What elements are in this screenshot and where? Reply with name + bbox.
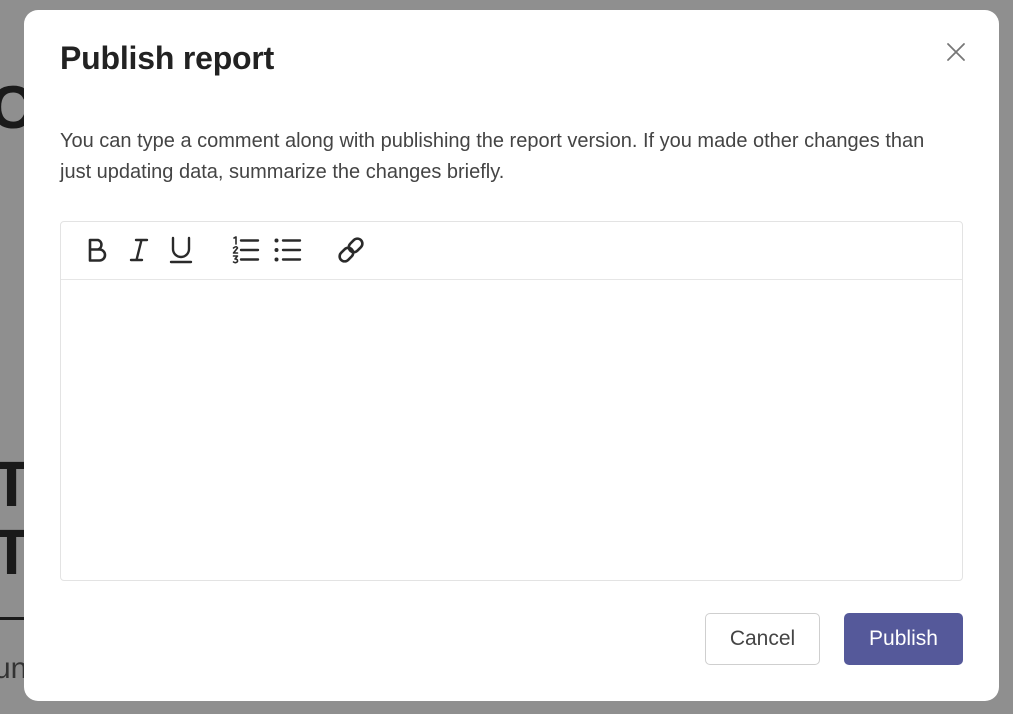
ordered-list-icon bbox=[232, 236, 260, 264]
cancel-button[interactable]: Cancel bbox=[705, 613, 820, 665]
bold-icon bbox=[88, 238, 107, 262]
bold-button[interactable] bbox=[81, 234, 113, 266]
bullet-list-icon bbox=[274, 238, 302, 262]
publish-report-dialog: Publish report You can type a comment al… bbox=[24, 10, 999, 701]
link-icon bbox=[338, 237, 364, 263]
italic-button[interactable] bbox=[123, 234, 155, 266]
close-button[interactable] bbox=[942, 38, 970, 66]
ordered-list-button[interactable] bbox=[229, 234, 261, 266]
background-divider bbox=[0, 617, 26, 620]
underline-button[interactable] bbox=[165, 234, 197, 266]
close-icon bbox=[947, 43, 965, 61]
underline-icon bbox=[169, 236, 193, 264]
comment-editor bbox=[60, 221, 963, 581]
dialog-description: You can type a comment along with publis… bbox=[60, 130, 925, 183]
comment-textarea[interactable] bbox=[61, 280, 962, 580]
italic-icon bbox=[129, 238, 149, 262]
publish-button[interactable]: Publish bbox=[844, 613, 963, 665]
dialog-title: Publish report bbox=[60, 40, 275, 76]
editor-toolbar bbox=[61, 222, 962, 280]
link-button[interactable] bbox=[335, 234, 367, 266]
bullet-list-button[interactable] bbox=[271, 234, 303, 266]
